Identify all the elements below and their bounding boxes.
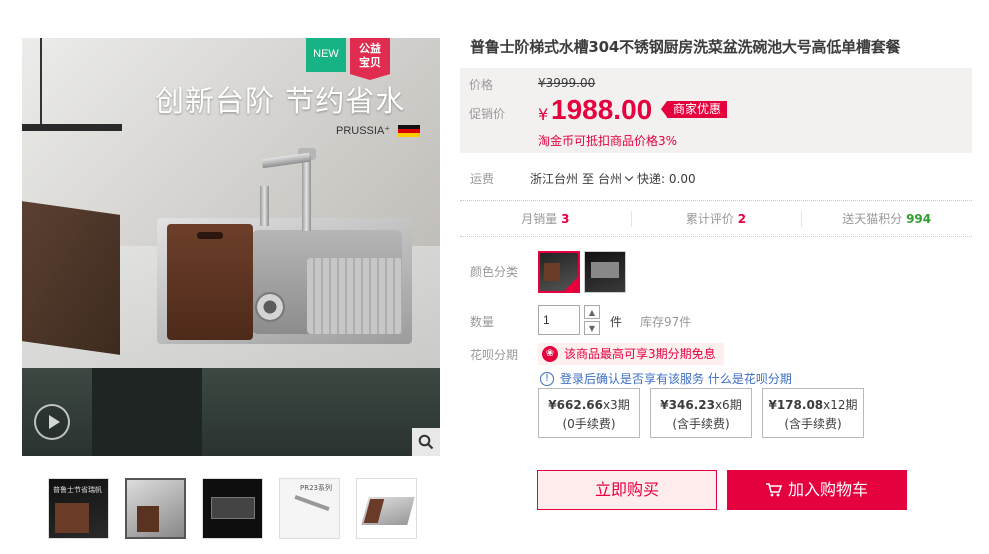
image-cutting-board <box>167 224 253 340</box>
color-option-2[interactable] <box>584 251 626 293</box>
thumbnail-strip: 普鲁士节省瑞帆 PR23系列 <box>48 478 417 539</box>
tmall-points-value: 994 <box>906 212 932 226</box>
plan-6-amount: ¥346.23 <box>660 398 715 412</box>
image-shelf <box>92 368 202 456</box>
color-option-1-preview <box>544 263 560 281</box>
thumbnail-1-board <box>55 503 89 533</box>
shipping-method: 快递: 0.00 <box>637 172 696 186</box>
thumbnail-4[interactable]: PR23系列 <box>279 478 340 539</box>
color-label: 颜色分类 <box>470 265 519 279</box>
coin-discount-note: 淘金币可抵扣商品价格3% <box>538 134 678 148</box>
huabei-login-info: ! 登录后确认是否享有该服务 什么是花呗分期 <box>540 370 792 387</box>
thumbnail-1-text: 普鲁士节省瑞帆 <box>53 486 102 494</box>
new-badge: NEW <box>306 38 346 72</box>
thumbnail-3[interactable] <box>202 478 263 539</box>
thumbnail-2[interactable] <box>125 478 186 539</box>
plan-3-periods: x3期 <box>602 398 630 412</box>
image-sink-step <box>307 258 402 334</box>
total-reviews-value: 2 <box>737 212 747 226</box>
zoom-button[interactable] <box>412 428 440 456</box>
plan-6-fee: (含手续费) <box>672 417 730 431</box>
charity-badge: 公益 宝贝 <box>350 38 390 80</box>
main-product-image[interactable]: 创新台阶 节约省水 PRUSSIA⁺ NEW 公益 宝贝 <box>22 38 440 456</box>
selected-check-icon <box>564 277 578 291</box>
image-cabinet <box>22 368 440 456</box>
info-icon: ! <box>540 371 554 386</box>
image-wood-board <box>22 201 120 355</box>
thumbnail-3-sink <box>211 497 255 519</box>
promo-price: 1988.00 <box>551 94 653 125</box>
product-title: 普鲁士阶梯式水槽304不锈钢厨房洗菜盆洗碗池大号高低单槽套餐 <box>470 38 901 56</box>
image-sink-drain <box>255 292 285 322</box>
ship-to-word: 至 <box>582 172 595 186</box>
quantity-decrease-button[interactable]: ▼ <box>584 321 600 335</box>
monthly-sales: 月销量 3 <box>460 201 631 236</box>
shipping-row: 运费 浙江台州 至 台州 快递: 0.00 <box>470 170 696 187</box>
magnifier-icon <box>418 434 434 450</box>
quantity-label: 数量 <box>470 315 495 329</box>
installment-plans: ¥662.66x3期 (0手续费) ¥346.23x6期 (含手续费) ¥178.0… <box>538 388 864 438</box>
image-faucet <box>302 156 311 231</box>
thumbnail-4-faucet <box>294 494 330 512</box>
stock-count: 库存97件 <box>640 315 692 329</box>
destination-value: 台州 <box>598 172 623 186</box>
total-reviews[interactable]: 累计评价 2 <box>630 201 802 236</box>
installment-plan-3[interactable]: ¥662.66x3期 (0手续费) <box>538 388 640 438</box>
destination-select[interactable]: 台州 <box>598 170 637 187</box>
huabei-icon: ❀ <box>542 346 558 362</box>
total-reviews-label: 累计评价 <box>685 212 734 226</box>
image-lamp-cord <box>40 38 42 124</box>
promo-price-label: 促销价 <box>469 107 506 121</box>
image-brand: PRUSSIA⁺ <box>336 125 391 137</box>
huabei-info-text[interactable]: 登录后确认是否享有该服务 <box>560 370 704 387</box>
huabei-tip-text: 该商品最高可享3期分期免息 <box>564 347 716 361</box>
thumbnail-4-text: PR23系列 <box>300 484 332 492</box>
quantity-increase-button[interactable]: ▲ <box>584 305 600 319</box>
currency-symbol: ¥ <box>538 105 549 124</box>
buy-now-button[interactable]: 立即购买 <box>537 470 717 510</box>
image-lamp <box>22 124 122 131</box>
plan-3-amount: ¥662.66 <box>548 398 603 412</box>
quantity-unit: 件 <box>610 315 623 329</box>
original-price-label: 价格 <box>469 78 494 92</box>
color-option-2-preview <box>591 262 619 278</box>
stats-bar: 月销量 3 累计评价 2 送天猫积分 994 <box>460 200 972 237</box>
monthly-sales-label: 月销量 <box>521 212 558 226</box>
charity-badge-line2: 宝贝 <box>359 56 381 69</box>
image-sink <box>157 218 412 344</box>
thumbnail-5[interactable] <box>356 478 417 539</box>
ship-from: 浙江台州 <box>530 172 579 186</box>
add-to-cart-label: 加入购物车 <box>787 480 868 499</box>
plan-6-periods: x6期 <box>714 398 742 412</box>
thumbnail-2-board <box>137 506 159 532</box>
plan-12-amount: ¥178.08 <box>768 398 824 412</box>
shipping-label: 运费 <box>470 172 495 186</box>
chevron-down-icon <box>624 172 634 182</box>
german-flag-icon <box>398 125 420 137</box>
original-price: ¥3999.00 <box>538 76 596 90</box>
video-play-icon[interactable] <box>34 404 70 440</box>
huabei-label: 花呗分期 <box>470 348 519 362</box>
huabei-interest-free-tip: ❀ 该商品最高可享3期分期免息 <box>538 343 724 365</box>
plan-12-periods: x12期 <box>823 398 858 412</box>
price-box: 价格 ¥3999.00 促销价 ¥ 1988.00 商家优惠 淘金币可抵扣商品价… <box>460 68 972 153</box>
monthly-sales-value: 3 <box>561 212 570 226</box>
plan-12-fee: (含手续费) <box>784 417 842 431</box>
installment-plan-12[interactable]: ¥178.08x12期 (含手续费) <box>762 388 864 438</box>
image-faucet-spout <box>260 186 269 226</box>
charity-badge-line1: 公益 <box>359 42 381 55</box>
tmall-points-label: 送天猫积分 <box>842 212 903 226</box>
thumbnail-1[interactable]: 普鲁士节省瑞帆 <box>48 478 109 539</box>
color-option-1[interactable] <box>538 251 580 293</box>
image-headline: 创新台阶 节约省水 <box>155 84 406 118</box>
plan-3-fee: (0手续费) <box>562 417 616 431</box>
tmall-points: 送天猫积分 994 <box>801 201 972 236</box>
image-board-handle <box>197 232 223 239</box>
cart-icon <box>765 483 782 497</box>
promo-tag: 商家优惠 <box>660 101 728 118</box>
installment-plan-6[interactable]: ¥346.23x6期 (含手续费) <box>650 388 752 438</box>
huabei-help-link[interactable]: 什么是花呗分期 <box>708 370 792 387</box>
add-to-cart-button[interactable]: 加入购物车 <box>727 470 907 510</box>
quantity-input[interactable] <box>538 305 580 335</box>
